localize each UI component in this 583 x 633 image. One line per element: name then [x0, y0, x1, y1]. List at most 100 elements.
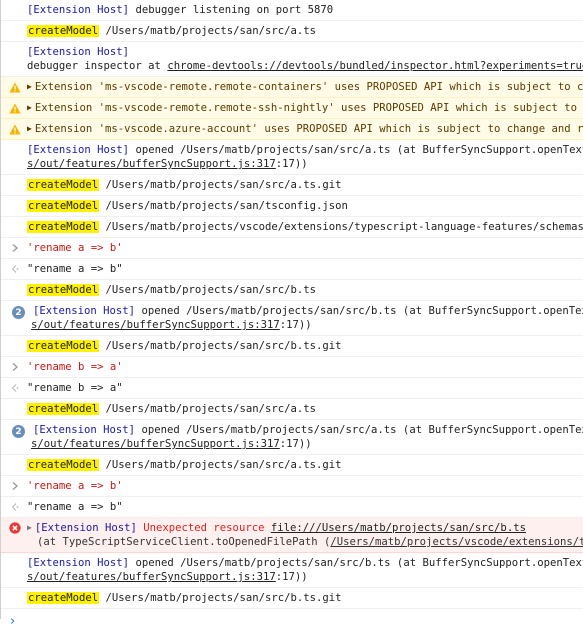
message-text: opened /Users/matb/projects/san/src/b.ts… [141, 305, 583, 317]
message-line: s/out/features/bufferSyncSupport.js:317:… [27, 157, 583, 171]
expand-triangle-icon[interactable]: ▶ [27, 80, 32, 94]
message-text: /Users/matb/projects/san/src/b.ts.git [99, 592, 342, 604]
createmodel-label: createModel [27, 25, 100, 37]
error-icon [9, 522, 21, 534]
extension-host-tag: [Extension Host] [33, 305, 136, 317]
console-message: createModel /Users/matb/projects/san/src… [1, 588, 583, 609]
createmodel-label: createModel [27, 179, 100, 191]
extension-host-tag: [Extension Host] [27, 4, 130, 16]
message-text: /Users/matb/projects/san/src/b.ts.git [99, 340, 342, 352]
message-line: [Extension Host] opened /Users/matb/proj… [33, 304, 583, 318]
extension-host-tag: [Extension Host] [34, 522, 137, 534]
console-message: createModel /Users/matb/projects/san/src… [1, 280, 583, 301]
createmodel-label: createModel [27, 403, 100, 415]
error-text: Unexpected resource [136, 522, 271, 534]
result-text: "rename b => a" [27, 382, 123, 394]
createmodel-label: createModel [27, 459, 100, 471]
message-line: (at TypeScriptServiceClient.toOpenedFile… [27, 535, 583, 549]
console-message: 2 [Extension Host] opened /Users/matb/pro… [1, 301, 583, 336]
message-text: Extension 'ms-vscode-remote.remote-ssh-n… [34, 102, 583, 114]
message-line: s/out/features/bufferSyncSupport.js:317:… [31, 437, 583, 451]
devtools-link[interactable]: chrome-devtools://devtools/bundled/inspe… [167, 60, 583, 72]
message-line: [Extension Host] opened /Users/matb/proj… [27, 556, 583, 570]
console-command: 'rename b => a' [1, 357, 583, 378]
createmodel-label: createModel [27, 221, 100, 233]
console-log: [Extension Host] debugger listening on p… [1, 0, 583, 633]
error-stack-text: (at TypeScriptServiceClient.toOpenedFile… [37, 536, 331, 548]
result-arrow-icon [9, 382, 21, 394]
expand-triangle-icon[interactable]: ▶ [27, 521, 32, 535]
console-command: 'rename a => b' [1, 476, 583, 497]
warning-icon [9, 102, 21, 114]
console-message: 2 [Extension Host] opened /Users/matb/pro… [1, 420, 583, 455]
command-chevron-icon [9, 480, 21, 492]
console-message: createModel /Users/matb/projects/san/src… [1, 336, 583, 357]
message-text: /Users/matb/projects/san/src/a.ts.git [99, 459, 342, 471]
console-prompt[interactable]: › [1, 609, 583, 633]
message-text: /Users/matb/projects/san/src/a.ts [99, 403, 317, 415]
repeat-count-badge: 2 [12, 425, 25, 438]
expand-triangle-icon[interactable]: ▶ [27, 122, 32, 136]
console-warning: ▶ Extension 'ms-vscode.azure-account' use… [1, 119, 583, 140]
repeat-count-badge: 2 [12, 306, 25, 319]
message-line: s/out/features/bufferSyncSupport.js:317:… [27, 570, 583, 584]
console-result: "rename a => b" [1, 259, 583, 280]
console-message: createModel /Users/matb/projects/san/tsc… [1, 196, 583, 217]
createmodel-label: createModel [27, 340, 100, 352]
message-text: /Users/matb/projects/san/tsconfig.json [99, 200, 348, 212]
result-arrow-icon [9, 263, 21, 275]
command-text: 'rename b => a' [27, 361, 123, 373]
message-text: /Users/matb/projects/san/src/a.ts [99, 25, 317, 37]
console-message: [Extension Host] debugger listening on p… [1, 0, 583, 21]
source-link[interactable]: s/out/features/bufferSyncSupport.js:317 [31, 319, 280, 331]
message-text: opened /Users/matb/projects/san/src/a.ts… [141, 424, 583, 436]
message-text: debugger inspector at [27, 60, 168, 72]
console-result: "rename b => a" [1, 378, 583, 399]
message-text: Extension 'ms-vscode.azure-account' uses… [34, 123, 583, 135]
message-text: debugger listening on port 5870 [129, 4, 334, 16]
message-text: Extension 'ms-vscode-remote.remote-conta… [34, 81, 583, 93]
message-text: /Users/matb/projects/vscode/extensions/t… [105, 221, 583, 233]
message-line: [Extension Host] opened /Users/matb/proj… [33, 423, 583, 437]
file-link[interactable]: file:///Users/matb/projects/san/src/b.ts [271, 522, 526, 534]
message-text: opened /Users/matb/projects/san/src/b.ts… [135, 557, 583, 569]
console-message: createModel /Users/matb/projects/san/src… [1, 399, 583, 420]
message-text: /Users/matb/projects/san/src/a.ts.git [99, 179, 342, 191]
stack-link[interactable]: /Users/matb/projects/vscode/extensions/t… [330, 536, 583, 548]
console-result: "rename a => b" [1, 497, 583, 518]
source-link[interactable]: s/out/features/bufferSyncSupport.js:317 [27, 571, 276, 583]
console-message: createModel /Users/matb/projects/vscode/… [1, 217, 583, 238]
message-text: :17)) [279, 319, 312, 331]
message-line: [Extension Host] [27, 45, 583, 59]
console-warning: ▶ Extension 'ms-vscode-remote.remote-ssh-… [1, 98, 583, 119]
console-warning: ▶ Extension 'ms-vscode-remote.remote-cont… [1, 77, 583, 98]
createmodel-label: createModel [27, 284, 100, 296]
source-link[interactable]: s/out/features/bufferSyncSupport.js:317 [31, 438, 280, 450]
warning-icon [9, 81, 21, 93]
message-text: /Users/matb/projects/san/src/b.ts [99, 284, 317, 296]
expand-triangle-icon[interactable]: ▶ [27, 101, 32, 115]
message-text: :17)) [275, 571, 308, 583]
message-text: opened /Users/matb/projects/san/src/a.ts… [135, 144, 583, 156]
console-message: createModel /Users/matb/projects/san/src… [1, 21, 583, 42]
command-text: 'rename a => b' [27, 242, 123, 254]
command-chevron-icon [9, 242, 21, 254]
message-line: ▶ [Extension Host] Unexpected resource fi… [27, 521, 583, 535]
extension-host-tag: [Extension Host] [27, 144, 130, 156]
extension-host-tag: [Extension Host] [27, 46, 130, 58]
extension-host-tag: [Extension Host] [33, 424, 136, 436]
source-link[interactable]: s/out/features/bufferSyncSupport.js:317 [27, 158, 276, 170]
message-text: :17)) [279, 438, 312, 450]
console-command: 'rename a => b' [1, 238, 583, 259]
result-text: "rename a => b" [27, 501, 123, 513]
result-text: "rename a => b" [27, 263, 123, 275]
extension-host-tag: [Extension Host] [27, 557, 130, 569]
createmodel-label: createModel [27, 200, 100, 212]
message-line: [Extension Host] opened /Users/matb/proj… [27, 143, 583, 157]
console-error: ▶ [Extension Host] Unexpected resource fi… [1, 518, 583, 553]
console-message: [Extension Host] debugger inspector at ch… [1, 42, 583, 77]
message-text: :17)) [275, 158, 308, 170]
command-chevron-icon [9, 361, 21, 373]
command-text: 'rename a => b' [27, 480, 123, 492]
console-message: [Extension Host] opened /Users/matb/proj… [1, 553, 583, 588]
